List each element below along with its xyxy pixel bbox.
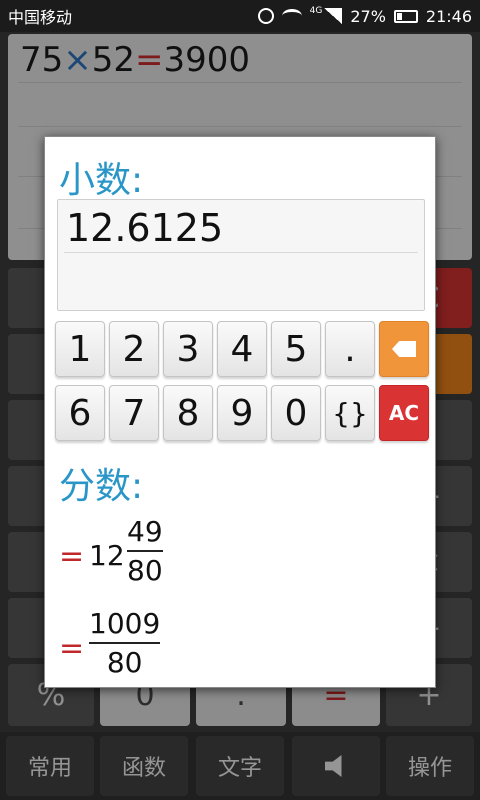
improper-denominator: 80 <box>106 646 143 679</box>
mixed-denominator: 80 <box>127 554 163 587</box>
input-underline <box>64 252 418 253</box>
key-4[interactable]: 4 <box>217 321 267 377</box>
all-clear-button[interactable]: AC <box>379 385 429 441</box>
mixed-whole: 12 <box>89 539 125 572</box>
status-bar: 中国移动 4G 27% 21:46 <box>0 0 480 32</box>
decimal-value: 12.6125 <box>66 206 224 250</box>
fraction-bar <box>89 642 161 644</box>
mixed-numerator: 49 <box>127 515 163 548</box>
network-type: 4G <box>309 6 323 16</box>
key-0[interactable]: 0 <box>271 385 321 441</box>
key-5[interactable]: 5 <box>271 321 321 377</box>
key-7[interactable]: 7 <box>109 385 159 441</box>
key-repeating[interactable]: {} <box>325 385 375 441</box>
clock: 21:46 <box>425 6 472 26</box>
improper-numerator: 1009 <box>89 607 161 640</box>
fraction-converter-dialog: 小数: 12.6125 1 2 3 4 5 . 6 7 8 9 0 {} AC … <box>44 136 436 688</box>
carrier-name: 中国移动 <box>8 8 73 27</box>
key-dot[interactable]: . <box>325 321 375 377</box>
improper-equals: = <box>59 631 85 666</box>
fraction-bar <box>127 550 163 552</box>
key-6[interactable]: 6 <box>55 385 105 441</box>
backspace-icon <box>392 341 416 357</box>
improper-fraction: 1009 80 <box>89 607 161 679</box>
signal-icon <box>324 8 343 24</box>
decimal-title: 小数: <box>59 160 144 201</box>
key-9[interactable]: 9 <box>217 385 267 441</box>
key-3[interactable]: 3 <box>163 321 213 377</box>
backspace-button[interactable] <box>379 321 429 377</box>
battery-percent: 27% <box>350 6 386 26</box>
battery-icon <box>393 9 418 23</box>
wifi-icon <box>281 9 302 23</box>
fraction-title: 分数: <box>59 466 144 507</box>
key-8[interactable]: 8 <box>163 385 213 441</box>
key-1[interactable]: 1 <box>55 321 105 377</box>
mixed-equals: = <box>59 539 85 574</box>
key-2[interactable]: 2 <box>109 321 159 377</box>
alarm-icon <box>257 8 274 24</box>
decimal-input[interactable]: 12.6125 <box>57 199 425 311</box>
mixed-fraction: 49 80 <box>127 515 163 587</box>
